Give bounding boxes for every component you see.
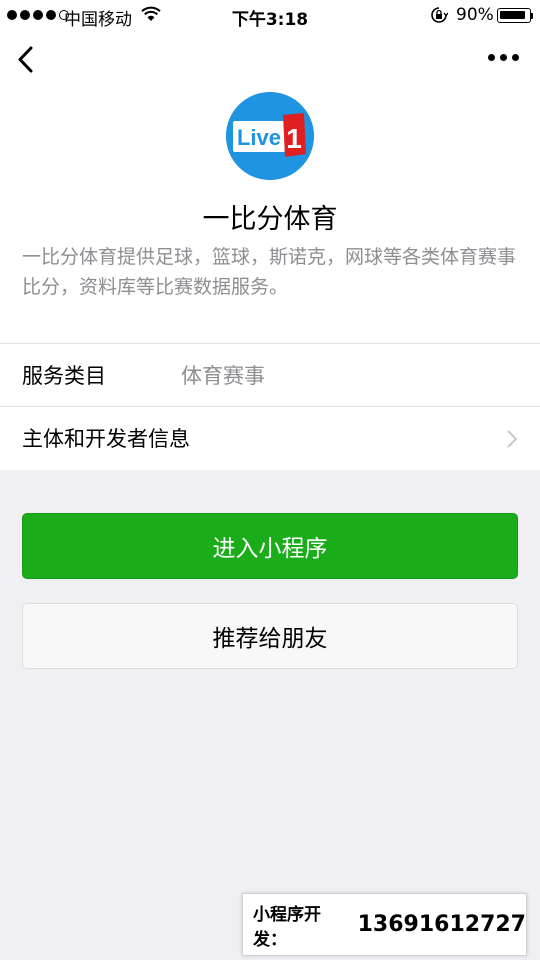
app-name: 一比分体育 — [202, 204, 338, 235]
chevron-right-icon — [507, 430, 518, 448]
app-logo-number: 1 — [286, 123, 302, 154]
app-description: 一比分体育提供足球，篮球，斯诺克，网球等各类体育赛事比分，资料库等比赛数据服务。 — [22, 246, 517, 298]
developer-info-row[interactable]: 主体和开发者信息 — [0, 406, 540, 469]
service-category-row: 服务类目 体育赛事 — [0, 343, 540, 406]
battery-icon — [497, 8, 533, 23]
status-bar: 中国移动 下午3:18 90% — [0, 0, 540, 30]
app-profile-card: Live 1 一比分体育 一比分体育提供足球，篮球，斯诺克，网球等各类体育赛事比… — [0, 30, 540, 470]
app-logo: Live 1 — [226, 92, 314, 180]
developer-info-label: 主体和开发者信息 — [22, 427, 190, 451]
promo-phone: 13691612727 — [357, 912, 526, 937]
orientation-lock-icon — [431, 7, 448, 23]
service-category-label: 服务类目 — [22, 364, 106, 388]
enter-mini-program-button[interactable]: 进入小程序 — [22, 513, 518, 579]
service-category-value: 体育赛事 — [181, 364, 265, 388]
back-chevron-icon[interactable] — [12, 42, 42, 78]
promo-label: 小程序开发： — [253, 904, 321, 950]
promo-banner: 小程序开发： 13691612727 — [242, 893, 527, 956]
battery-percent: 90% — [456, 5, 494, 25]
recommend-to-friend-button[interactable]: 推荐给朋友 — [22, 603, 518, 669]
more-dots-icon[interactable] — [488, 54, 519, 61]
app-logo-text: Live — [237, 125, 281, 150]
